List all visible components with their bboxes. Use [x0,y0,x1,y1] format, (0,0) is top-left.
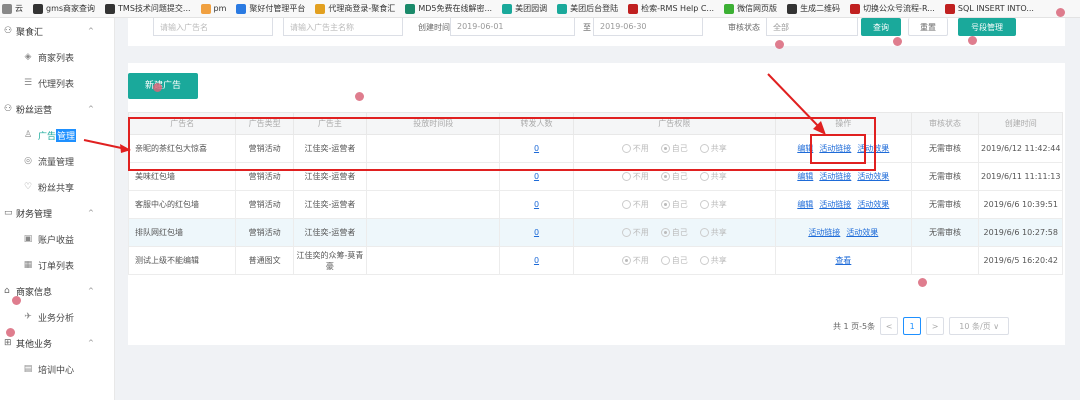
cursor-dot [12,296,21,305]
arrow-head-row [120,144,131,153]
cursor-dot [153,83,162,92]
cursor-dot [355,92,364,101]
annotation-arrows [83,73,826,153]
arrow-to-effect [767,73,821,129]
cursor-dot [1056,8,1065,17]
cursor-dot [968,36,977,45]
cursor-dot [918,278,927,287]
cursor-dot [6,328,15,337]
cursor-dot [893,37,902,46]
cursor-dot [775,40,784,49]
arrow-to-row [83,139,127,150]
